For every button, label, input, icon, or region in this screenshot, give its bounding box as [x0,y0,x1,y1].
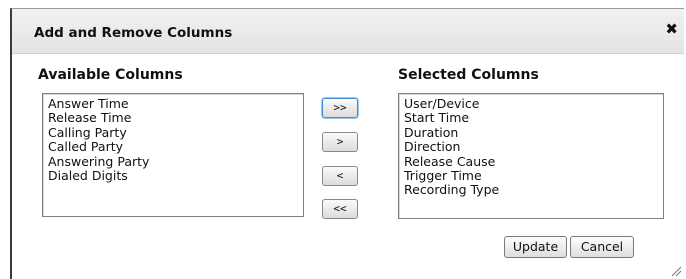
selected-item-direction[interactable]: Direction [404,139,658,154]
dialog-title-bar[interactable]: Add and Remove Columns ✖ [12,9,684,54]
available-item-dialed-digits[interactable]: Dialed Digits [48,168,298,183]
available-item-release-time[interactable]: Release Time [48,110,298,125]
selected-item-recording-type[interactable]: Recording Type [404,183,658,198]
close-icon[interactable]: ✖ [665,22,678,37]
selected-item-start-time[interactable]: Start Time [404,110,658,125]
remove-all-button[interactable]: << [322,199,358,219]
selected-item-user-device[interactable]: User/Device [404,96,658,111]
dialog-title: Add and Remove Columns [34,25,233,41]
available-columns-heading: Available Columns [38,67,183,83]
available-item-answering-party[interactable]: Answering Party [48,154,298,169]
available-item-answer-time[interactable]: Answer Time [48,96,298,111]
selected-item-duration[interactable]: Duration [404,125,658,140]
remove-selected-button[interactable]: < [322,166,358,186]
selected-columns-heading: Selected Columns [398,67,539,83]
available-columns-list[interactable]: Answer Time Release Time Calling Party C… [42,93,304,217]
selected-item-trigger-time[interactable]: Trigger Time [404,168,658,183]
add-remove-columns-dialog: Add and Remove Columns ✖ Available Colum… [10,8,684,279]
cancel-button[interactable]: Cancel [570,236,634,258]
update-button[interactable]: Update [504,236,567,258]
resize-grip-icon[interactable] [670,265,682,277]
available-item-called-party[interactable]: Called Party [48,139,298,154]
add-selected-button[interactable]: > [322,132,358,152]
available-item-calling-party[interactable]: Calling Party [48,125,298,140]
add-all-button[interactable]: >> [322,98,358,118]
selected-item-release-cause[interactable]: Release Cause [404,154,658,169]
selected-columns-list[interactable]: User/Device Start Time Duration Directio… [398,93,664,219]
